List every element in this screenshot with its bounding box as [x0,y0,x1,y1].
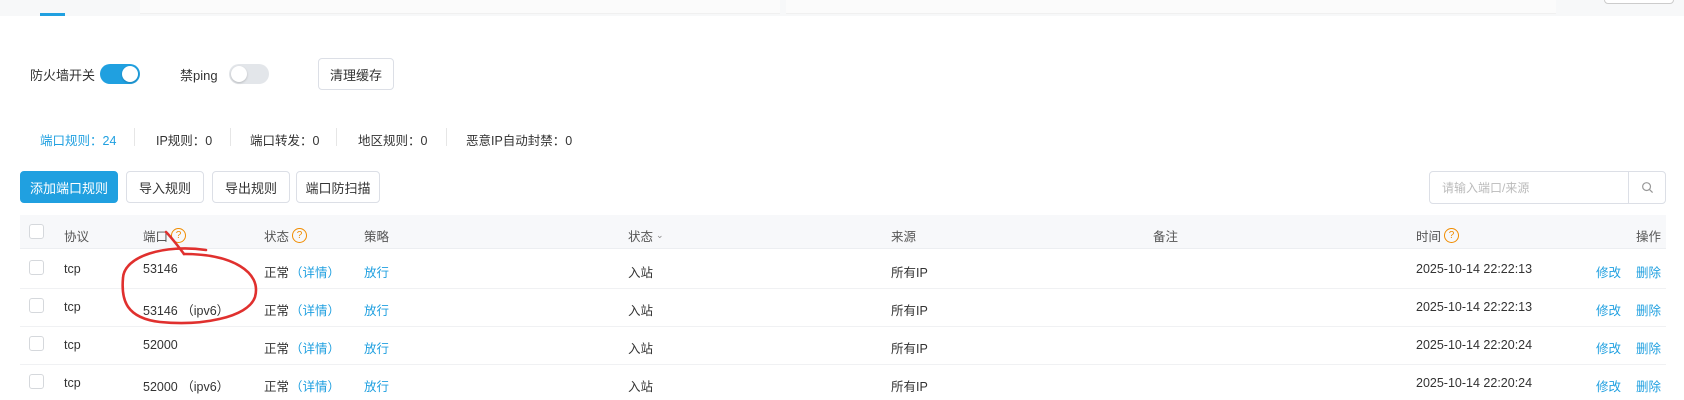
col-direction-label: 状态 [628,230,654,244]
col-protocol: 协议 [64,226,89,245]
row-time: 2025-10-14 22:20:24 [1416,338,1533,352]
divider [446,128,447,146]
row-edit-link[interactable]: 修改 [1596,262,1621,281]
divider [134,128,135,146]
col-port[interactable]: 端口? [143,226,187,245]
row-details-link[interactable]: （详情） [290,376,340,395]
add-port-rule-button[interactable]: 添加端口规则 [20,171,118,203]
row-port: 52000 （ipv6） [143,380,230,394]
row-direction: 入站 [628,342,654,356]
row-direction: 入站 [628,266,654,280]
row-source: 所有IP [891,304,928,318]
row-checkbox[interactable] [29,336,44,351]
col-policy: 策略 [364,226,389,245]
firewall-switch-label: 防火墙开关 [30,68,96,83]
col-status: 状态? [264,226,308,245]
col-actions-label: 操作 [1636,230,1662,244]
row-policy-link[interactable]: 放行 [364,338,389,357]
col-actions: 操作 [1636,226,1661,245]
search-input[interactable]: 请输入端口/来源 [1429,171,1629,204]
row-delete-link[interactable]: 删除 [1636,338,1661,357]
col-source: 来源 [891,226,916,245]
help-icon[interactable]: ? [1444,228,1460,243]
col-port-label: 端口 [143,230,169,244]
row-direction: 入站 [628,380,654,394]
row-protocol: tcp [64,338,81,352]
stat-region-rules[interactable]: 地区规则：0 [358,130,427,149]
row-port: 53146 （ipv6） [143,304,230,318]
clear-cache-button[interactable]: 清理缓存 [318,58,394,90]
row-checkbox[interactable] [29,260,44,275]
switch-knob [231,66,247,82]
ban-ping-label: 禁ping [180,68,218,83]
row-port: 53146 [143,262,178,276]
col-status-label: 状态 [264,230,290,244]
search-button[interactable] [1628,171,1666,204]
row-edit-link[interactable]: 修改 [1596,376,1621,395]
row-policy-link[interactable]: 放行 [364,376,389,395]
help-icon[interactable]: ? [292,228,308,243]
row-status: 正常 [264,342,290,356]
col-time-label: 时间 [1416,230,1442,244]
row-protocol: tcp [64,300,81,314]
col-remark: 备注 [1153,226,1178,245]
col-source-label: 来源 [891,230,917,244]
divider [230,128,231,146]
row-details-link[interactable]: （详情） [290,338,340,357]
row-time: 2025-10-14 22:20:24 [1416,376,1533,390]
divider [336,128,337,146]
row-direction: 入站 [628,304,654,318]
ban-ping-switch[interactable] [229,64,269,84]
row-edit-link[interactable]: 修改 [1596,300,1621,319]
firewall-switch[interactable] [100,64,140,84]
switch-knob [122,66,138,82]
row-status: 正常 [264,304,290,318]
row-details-link[interactable]: （详情） [290,262,340,281]
row-checkbox[interactable] [29,298,44,313]
row-source: 所有IP [891,266,928,280]
col-protocol-label: 协议 [64,230,90,244]
row-details-link[interactable]: （详情） [290,300,340,319]
col-policy-label: 策略 [364,230,390,244]
row-edit-link[interactable]: 修改 [1596,338,1621,357]
col-time[interactable]: 时间? [1416,226,1460,245]
row-policy-link[interactable]: 放行 [364,262,389,281]
stat-port-rules[interactable]: 端口规则：24 [40,130,116,149]
row-policy-link[interactable]: 放行 [364,300,389,319]
row-time: 2025-10-14 22:22:13 [1416,300,1533,314]
row-time: 2025-10-14 22:22:13 [1416,262,1533,276]
stat-malicious-ip-ban[interactable]: 恶意IP自动封禁：0 [466,130,572,149]
stat-ip-rules[interactable]: IP规则：0 [156,130,212,149]
chevron-down-icon: ⌄ [656,230,664,240]
row-checkbox[interactable] [29,374,44,389]
top-tab-area [140,0,780,14]
top-corner-button[interactable] [1604,0,1674,4]
select-all-checkbox[interactable] [29,224,44,239]
active-tab-indicator [40,13,65,16]
row-status: 正常 [264,266,290,280]
col-direction[interactable]: 状态 ⌄ [628,226,664,245]
row-protocol: tcp [64,376,81,390]
import-rules-button[interactable]: 导入规则 [126,171,204,203]
search-icon [1641,182,1653,194]
row-port: 52000 [143,338,178,352]
row-delete-link[interactable]: 删除 [1636,262,1661,281]
row-source: 所有IP [891,380,928,394]
row-status: 正常 [264,380,290,394]
port-scan-protection-button[interactable]: 端口防扫描 [296,171,380,203]
stat-port-forward[interactable]: 端口转发：0 [250,130,319,149]
top-tab-area-right [786,0,1556,14]
row-protocol: tcp [64,262,81,276]
row-delete-link[interactable]: 删除 [1636,376,1661,395]
row-delete-link[interactable]: 删除 [1636,300,1661,319]
export-rules-button[interactable]: 导出规则 [212,171,290,203]
col-remark-label: 备注 [1153,230,1179,244]
help-icon[interactable]: ? [171,228,187,243]
row-source: 所有IP [891,342,928,356]
